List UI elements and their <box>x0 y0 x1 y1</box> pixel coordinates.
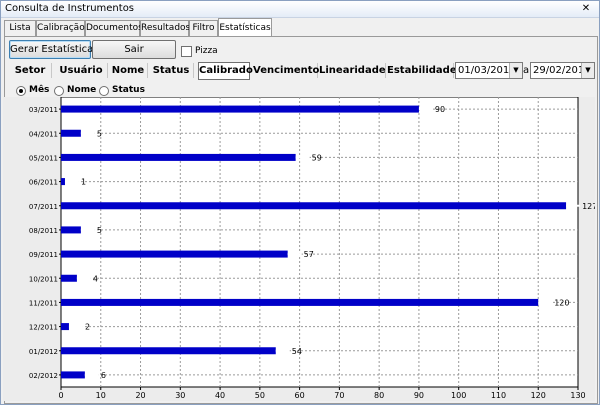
category-tick-label: 05/2011 <box>29 154 58 162</box>
group-by-mes-radio[interactable] <box>16 86 26 96</box>
tab-estatisticas[interactable]: Estatísticas <box>218 18 272 37</box>
category-tick-label: 12/2011 <box>29 324 58 332</box>
tab-documentos[interactable]: Documentos <box>85 20 143 36</box>
exit-button[interactable]: Sair <box>92 40 176 59</box>
bar <box>61 129 81 137</box>
group-by-nome-radio[interactable] <box>54 86 64 96</box>
category-tick-label: 10/2011 <box>29 275 58 283</box>
bar-value-label: 57 <box>304 250 314 259</box>
group-by-nome-label: Nome <box>67 85 97 95</box>
bar <box>61 153 296 161</box>
category-tick-label: 02/2012 <box>29 372 58 380</box>
statistics-chart-area: 90 03/2011 5 04/2011 59 05/2011 1 06/2011 127 07/… <box>3 96 597 401</box>
category-tick-label: 09/2011 <box>29 251 58 259</box>
bar-value-label: 90 <box>435 105 445 114</box>
close-icon[interactable]: ✕ <box>579 3 593 14</box>
bar <box>61 371 85 379</box>
date-from-value: 01/03/2011 <box>458 65 516 76</box>
pizza-label: Pizza <box>195 46 218 56</box>
filter-vencimento-button[interactable]: Vencimento <box>253 63 319 78</box>
bar <box>61 323 69 331</box>
bar-value-label: 4 <box>93 274 98 283</box>
x-tick-label: 10 <box>96 391 106 400</box>
category-tick-label: 04/2011 <box>29 130 58 138</box>
bar <box>61 298 539 306</box>
category-tick-label: 01/2012 <box>29 348 58 356</box>
bar <box>61 347 276 355</box>
filter-setor-button[interactable]: Setor <box>9 63 52 78</box>
group-by-mes-label: Mês <box>29 85 50 95</box>
group-by-status-label: Status <box>112 85 145 95</box>
x-tick-label: 40 <box>215 391 225 400</box>
date-to-select[interactable]: 29/02/2012 ▼ <box>530 62 595 79</box>
bar-value-label: 127 <box>582 202 595 211</box>
title-bar: Consulta de Instrumentos ✕ <box>1 1 599 18</box>
bar-value-label: 120 <box>554 298 569 307</box>
bar <box>61 178 65 186</box>
filter-linearidade-button[interactable]: Linearidade <box>319 63 386 78</box>
bar <box>61 250 288 258</box>
bar-value-label: 5 <box>97 129 102 138</box>
category-tick-label: 06/2011 <box>29 179 58 187</box>
x-tick-label: 130 <box>570 391 585 400</box>
pizza-checkbox[interactable] <box>181 46 192 57</box>
x-tick-label: 80 <box>374 391 384 400</box>
x-tick-label: 60 <box>295 391 305 400</box>
bar-value-label: 5 <box>97 226 102 235</box>
bar-value-label: 1 <box>81 178 86 187</box>
x-tick-label: 100 <box>451 391 466 400</box>
bar-value-label: 59 <box>312 153 322 162</box>
x-tick-label: 0 <box>58 391 63 400</box>
x-tick-label: 30 <box>175 391 185 400</box>
bar-value-label: 54 <box>292 347 302 356</box>
date-from-select[interactable]: 01/03/2011 ▼ <box>455 62 523 79</box>
chevron-down-icon[interactable]: ▼ <box>581 63 594 78</box>
tab-resultados[interactable]: Resultados <box>140 20 190 36</box>
category-tick-label: 07/2011 <box>29 203 58 211</box>
plot-area <box>60 96 579 388</box>
filter-usuario-button[interactable]: Usuário <box>55 63 108 78</box>
bar-chart: 90 03/2011 5 04/2011 59 05/2011 1 06/2011 127 07/… <box>3 96 597 401</box>
bar <box>61 202 567 210</box>
tab-calibracao[interactable]: Calibração <box>36 20 85 36</box>
bar <box>61 105 419 113</box>
tab-filtro[interactable]: Filtro <box>189 20 218 36</box>
generate-statistics-button[interactable]: Gerar Estatísticas <box>9 40 98 59</box>
bar-value-label: 6 <box>101 371 106 380</box>
chevron-down-icon[interactable]: ▼ <box>509 63 522 78</box>
x-tick-label: 120 <box>531 391 546 400</box>
group-by-status-radio[interactable] <box>99 86 109 96</box>
bar <box>61 226 81 234</box>
filter-estabilidade-button[interactable]: Estabilidade <box>387 63 457 78</box>
category-tick-label: 08/2011 <box>29 227 58 235</box>
filter-nome-button[interactable]: Nome <box>109 63 148 78</box>
bar <box>61 274 77 282</box>
category-tick-label: 03/2011 <box>29 106 58 114</box>
filter-status-button[interactable]: Status <box>149 63 194 78</box>
filter-calibrado-button[interactable]: Calibrado <box>198 62 253 80</box>
window-title: Consulta de Instrumentos <box>5 3 135 14</box>
bar-value-label: 2 <box>85 323 90 332</box>
x-tick-label: 50 <box>255 391 265 400</box>
x-tick-label: 110 <box>491 391 506 400</box>
x-tick-label: 90 <box>414 391 424 400</box>
tab-lista[interactable]: Lista <box>4 20 36 36</box>
date-range-separator: a <box>523 65 530 76</box>
category-tick-label: 11/2011 <box>29 299 58 307</box>
x-tick-label: 20 <box>135 391 145 400</box>
x-tick-label: 70 <box>334 391 344 400</box>
